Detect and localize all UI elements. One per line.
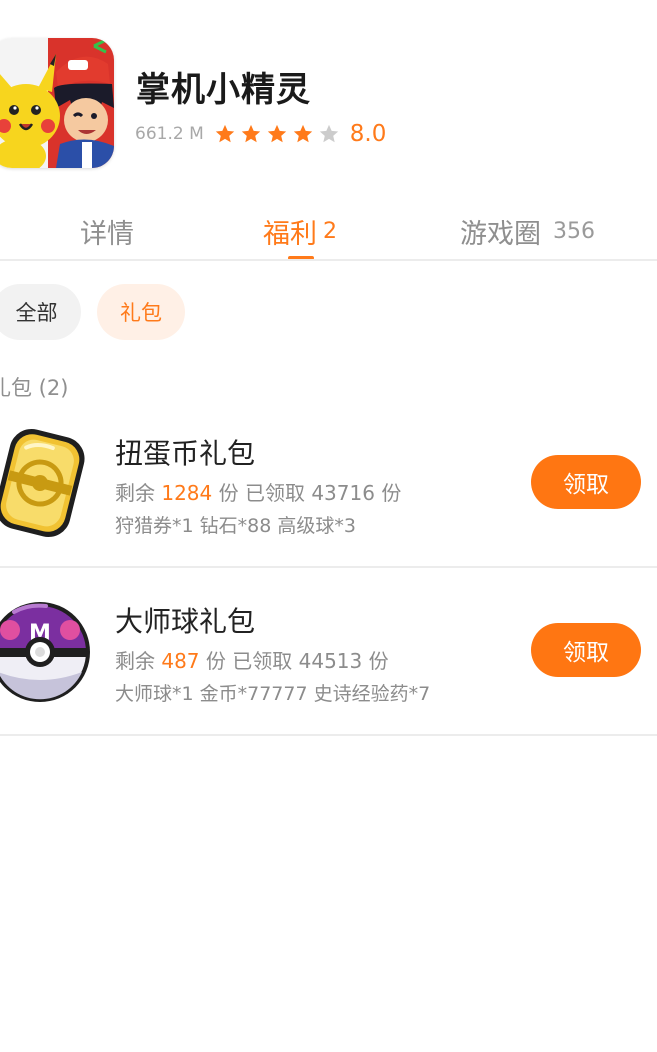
app-header: 掌机小精灵 661.2 M 8.0 — [0, 0, 657, 190]
row-divider — [0, 734, 657, 736]
section-title: 礼包 (2) — [0, 376, 69, 400]
star-filled-icon — [266, 123, 288, 145]
tab-details[interactable]: 详情 — [80, 205, 134, 257]
rating-score: 8.0 — [349, 121, 387, 147]
gift-rewards: 狩猎券*1 钻石*88 高级球*3 — [115, 515, 356, 537]
gift-name: 大师球礼包 — [115, 605, 256, 638]
remaining-count: 1284 — [161, 481, 213, 505]
app-name: 掌机小精灵 — [136, 70, 311, 110]
star-filled-icon — [292, 123, 314, 145]
remaining-count: 487 — [161, 649, 200, 673]
gold-coin-icon — [0, 424, 92, 542]
claim-button[interactable]: 领取 — [531, 455, 641, 509]
remaining-prefix: 剩余 — [115, 481, 162, 505]
gift-list-item: 扭蛋币礼包 剩余 1284 份 已领取 43716 份 狩猎券*1 钻石*88 … — [0, 400, 657, 568]
claimed-text: 份 已领取 43716 份 — [212, 481, 402, 505]
filter-all-chip[interactable]: 全部 — [0, 284, 81, 340]
tab-label: 游戏圈 — [460, 218, 541, 250]
tab-community[interactable]: 游戏圈 356 — [460, 205, 595, 257]
master-ball-icon: M — [0, 592, 92, 710]
claim-button[interactable]: 领取 — [531, 623, 641, 677]
app-meta: 661.2 M 8.0 — [135, 118, 386, 150]
tab-divider — [0, 259, 657, 261]
filter-gift-chip[interactable]: 礼包 — [97, 284, 185, 340]
gift-rewards: 大师球*1 金币*77777 史诗经验药*7 — [115, 683, 431, 705]
tab-label: 详情 — [80, 218, 134, 250]
app-size: 661.2 M — [135, 124, 204, 144]
gift-name: 扭蛋币礼包 — [115, 437, 256, 470]
game-detail-page: 掌机小精灵 661.2 M 8.0 详情 福利 2 游戏圈 356 全部 礼包 … — [0, 0, 657, 1052]
pikachu-ash-app-icon — [0, 38, 114, 168]
claimed-text: 份 已领取 44513 份 — [199, 649, 389, 673]
tab-label: 福利 — [263, 218, 317, 250]
star-filled-icon — [214, 123, 236, 145]
gift-stock: 剩余 1284 份 已领取 43716 份 — [115, 477, 401, 506]
tab-bar: 详情 福利 2 游戏圈 356 — [0, 205, 657, 261]
star-empty-icon — [318, 123, 340, 145]
gift-list-item: M 大师球礼包 剩余 487 份 已领取 44513 份 大师球*1 金币*77… — [0, 568, 657, 736]
remaining-prefix: 剩余 — [115, 649, 162, 673]
tab-welfare[interactable]: 福利 2 — [263, 205, 337, 257]
tab-count: 2 — [323, 218, 337, 244]
tab-count: 356 — [553, 218, 595, 244]
gift-stock: 剩余 487 份 已领取 44513 份 — [115, 645, 389, 674]
rating-stars — [214, 123, 344, 145]
star-filled-icon — [240, 123, 262, 145]
